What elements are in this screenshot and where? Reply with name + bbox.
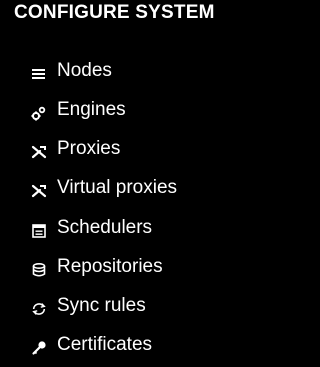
nav-item-certificates[interactable]: Certificates xyxy=(0,328,308,367)
virtual-proxy-icon xyxy=(31,183,47,199)
nav-item-label: Proxies xyxy=(57,138,121,159)
nav-item-label: Virtual proxies xyxy=(57,177,178,198)
nav-item-repositories[interactable]: Repositories xyxy=(0,250,308,289)
nav-item-label: Engines xyxy=(57,99,126,120)
calendar-icon xyxy=(31,223,47,239)
nav-item-label: Schedulers xyxy=(57,217,153,238)
sync-icon xyxy=(31,301,47,317)
nav-item-label: Certificates xyxy=(57,334,153,355)
nav-item-proxies[interactable]: Proxies xyxy=(0,132,308,171)
nav-item-label: Nodes xyxy=(57,60,112,81)
section-title: CONFIGURE SYSTEM xyxy=(14,2,215,23)
database-icon xyxy=(31,262,47,278)
nav-item-label: Sync rules xyxy=(57,295,146,316)
nav-item-sync-rules[interactable]: Sync rules xyxy=(0,289,308,328)
key-icon xyxy=(31,340,47,356)
nav-item-engines[interactable]: Engines xyxy=(0,93,308,132)
gears-icon xyxy=(31,105,47,121)
nav-item-label: Repositories xyxy=(57,256,163,277)
proxy-icon xyxy=(31,144,47,160)
nav-item-schedulers[interactable]: Schedulers xyxy=(0,211,308,250)
list-icon xyxy=(31,66,47,82)
nav-item-nodes[interactable]: Nodes xyxy=(0,54,308,93)
nav-item-virtual-proxies[interactable]: Virtual proxies xyxy=(0,171,308,210)
